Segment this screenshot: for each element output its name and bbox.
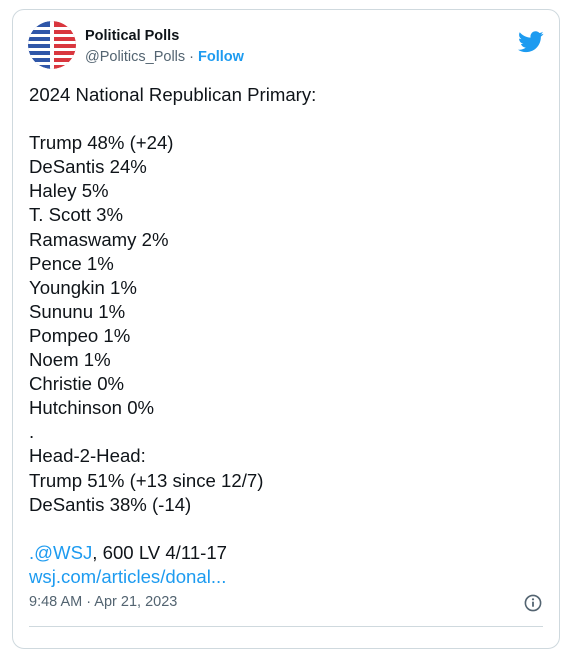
tweet-line bbox=[29, 107, 545, 131]
tweet-timestamp[interactable]: 9:48 AM · Apr 21, 2023 bbox=[29, 594, 177, 610]
tweet-line: Youngkin 1% bbox=[29, 276, 137, 298]
twitter-bird-icon[interactable] bbox=[518, 31, 544, 53]
source-line: .@WSJ, 600 LV 4/11-17 bbox=[29, 541, 545, 565]
tweet-line: Noem 1% bbox=[29, 349, 111, 371]
tweet-line: Pompeo 1% bbox=[29, 324, 131, 346]
author-handle-line: @Politics_Polls · Follow bbox=[85, 47, 244, 67]
tweet-line: DeSantis 24% bbox=[29, 156, 147, 178]
handle-separator: · bbox=[185, 49, 199, 65]
info-circle-icon[interactable] bbox=[523, 593, 543, 613]
tweet-line: 2024 National Republican Primary: bbox=[29, 84, 317, 105]
tweet-line: . bbox=[29, 421, 35, 443]
tweet-text: 2024 National Republican Primary: Trump … bbox=[29, 83, 545, 589]
tweet-line: Hutchinson 0% bbox=[29, 397, 155, 419]
tweet-line: Pence 1% bbox=[29, 252, 114, 274]
tweet-line bbox=[29, 517, 545, 541]
tweet-line: Trump 48% (+24) bbox=[29, 132, 174, 154]
tweet-card: Political Polls @Politics_Polls · Follow… bbox=[12, 9, 560, 649]
tweet-line: Haley 5% bbox=[29, 180, 109, 202]
tweet-line: Sununu 1% bbox=[29, 300, 126, 322]
mention-link[interactable]: @WSJ bbox=[34, 542, 92, 563]
author-handle[interactable]: @Politics_Polls bbox=[85, 49, 185, 65]
tweet-line: Christie 0% bbox=[29, 373, 125, 395]
tweet-header: Political Polls @Politics_Polls · Follow bbox=[28, 21, 544, 73]
tweet-line: Trump 51% (+13 since 12/7) bbox=[29, 469, 264, 491]
follow-button[interactable]: Follow bbox=[198, 49, 244, 65]
source-detail: , 600 LV 4/11-17 bbox=[92, 541, 228, 563]
tweet-line: DeSantis 38% (-14) bbox=[29, 493, 192, 515]
article-link[interactable]: wsj.com/articles/donal... bbox=[29, 566, 226, 587]
divider bbox=[29, 626, 543, 627]
author-display-name[interactable]: Political Polls bbox=[85, 27, 244, 45]
tweet-line: T. Scott 3% bbox=[29, 204, 124, 226]
avatar[interactable] bbox=[28, 21, 76, 69]
article-line: wsj.com/articles/donal... bbox=[29, 565, 545, 589]
author-block: Political Polls @Politics_Polls · Follow bbox=[85, 27, 244, 67]
tweet-line: Ramaswamy 2% bbox=[29, 228, 169, 250]
tweet-line: Head-2-Head: bbox=[29, 445, 146, 467]
